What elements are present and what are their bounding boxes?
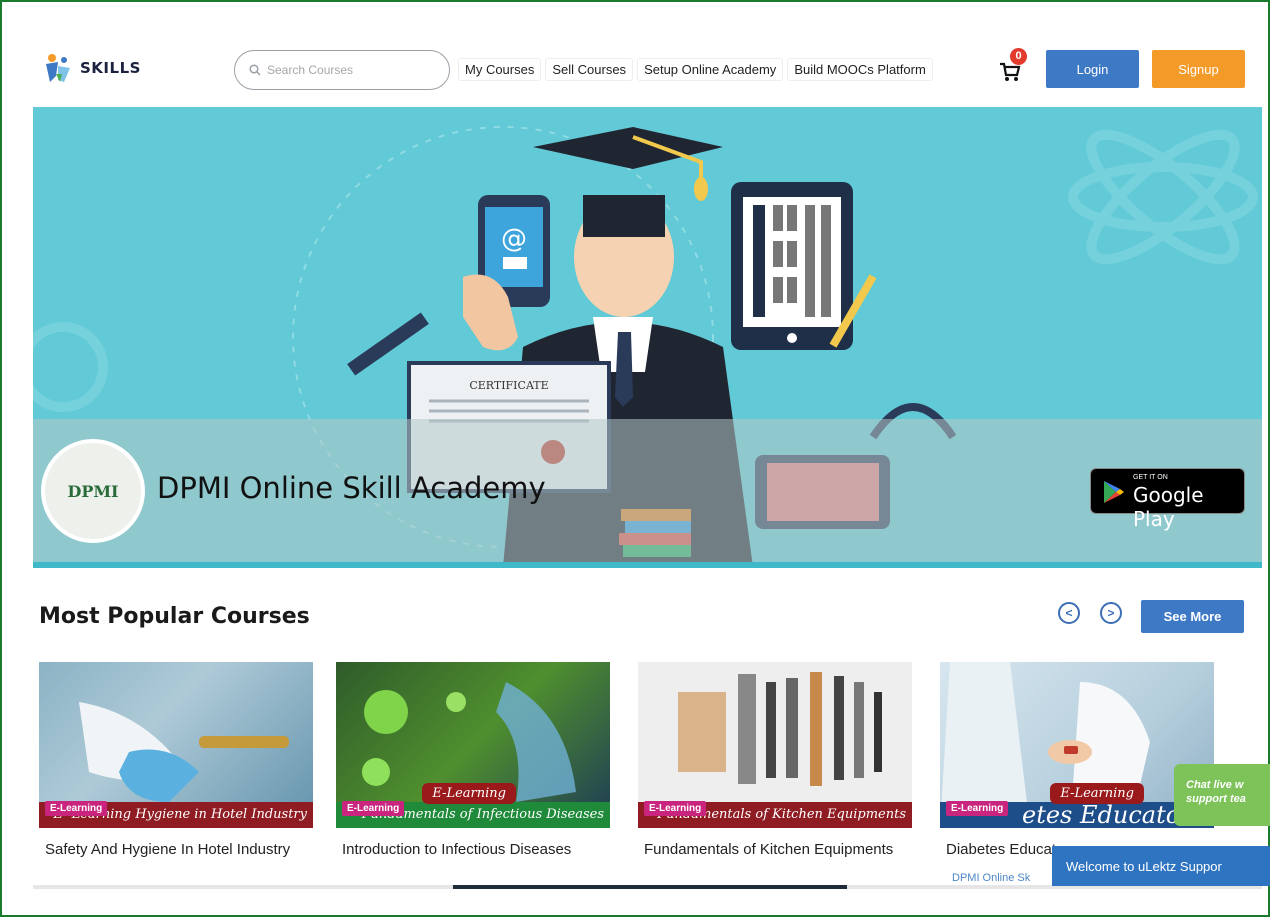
google-play-icon xyxy=(1104,481,1124,503)
hero-bottom-line xyxy=(33,562,1262,568)
chat-bar[interactable]: Welcome to uLektz Suppor xyxy=(1052,846,1270,886)
course-card[interactable]: E- Learning Hygiene in Hotel Industry E-… xyxy=(39,662,313,888)
course-type-badge: E-Learning xyxy=(946,801,1009,816)
nav-sell-courses[interactable]: Sell Courses xyxy=(545,58,634,81)
academy-logo[interactable]: DPMI xyxy=(41,439,145,543)
logo-text: SKILLS xyxy=(80,59,141,77)
hero-banner: @ CERTIFICATE DPMI DPMI Online Skill Aca… xyxy=(33,107,1262,568)
header: SKILLS My Courses Sell Courses Setup Onl… xyxy=(0,0,1270,100)
course-thumbnail[interactable]: Fundamentals of Kitchen Equipments E-Lea… xyxy=(638,662,912,828)
course-thumbnail[interactable]: E- Learning Hygiene in Hotel Industry E-… xyxy=(39,662,313,828)
course-card[interactable]: Fundamentals of Kitchen Equipments E-Lea… xyxy=(638,662,912,888)
course-elearning-tag: E-Learning xyxy=(1050,783,1144,804)
carousel-prev-button[interactable]: < xyxy=(1058,602,1080,624)
carousel-next-button[interactable]: > xyxy=(1100,602,1122,624)
section-title: Most Popular Courses xyxy=(39,604,310,629)
academy-logo-text: DPMI xyxy=(67,481,119,501)
course-thumbnail[interactable]: Fundamentals of Infectious Diseases E-Le… xyxy=(336,662,610,828)
chevron-right-icon: > xyxy=(1107,606,1115,620)
course-type-badge: E-Learning xyxy=(342,801,405,816)
course-title[interactable]: Fundamentals of Kitchen Equipments xyxy=(644,839,906,861)
svg-text:@: @ xyxy=(501,224,527,254)
course-thumbnail[interactable]: etes Educato E-Learning E-Learning xyxy=(940,662,1214,828)
academy-name: DPMI Online Skill Academy xyxy=(157,471,546,505)
site-logo[interactable]: SKILLS xyxy=(44,52,141,84)
course-type-badge: E-Learning xyxy=(45,801,108,816)
course-type-badge: E-Learning xyxy=(644,801,707,816)
course-provider[interactable]: DPMI Online Sk xyxy=(952,872,1030,884)
course-card[interactable]: Fundamentals of Infectious Diseases E-Le… xyxy=(336,662,610,888)
cart-count-badge: 0 xyxy=(1010,48,1027,65)
carousel-scrollbar-thumb[interactable] xyxy=(453,885,847,889)
cart-button[interactable]: 0 xyxy=(998,48,1030,84)
nav-my-courses[interactable]: My Courses xyxy=(458,58,542,81)
course-elearning-tag: E-Learning xyxy=(422,783,516,804)
course-title[interactable]: Safety And Hygiene In Hotel Industry xyxy=(45,839,307,861)
logo-icon xyxy=(46,54,70,82)
svg-text:CERTIFICATE: CERTIFICATE xyxy=(469,379,548,392)
course-title[interactable]: Introduction to Infectious Diseases xyxy=(342,839,604,861)
chevron-left-icon: < xyxy=(1065,606,1073,620)
top-nav: My Courses Sell Courses Setup Online Aca… xyxy=(458,58,937,81)
google-play-small-text: GET IT ON xyxy=(1133,474,1168,481)
nav-setup-online-academy[interactable]: Setup Online Academy xyxy=(637,58,784,81)
chat-bubble-line-1: Chat live w xyxy=(1186,779,1244,791)
see-more-button[interactable]: See More xyxy=(1141,600,1244,633)
search-box[interactable] xyxy=(234,50,450,90)
google-play-badge[interactable]: GET IT ON Google Play xyxy=(1090,468,1245,531)
nav-build-moocs-platform[interactable]: Build MOOCs Platform xyxy=(787,58,933,81)
search-input[interactable] xyxy=(267,63,427,77)
search-icon xyxy=(249,64,261,76)
chat-bubble[interactable]: Chat live w support tea xyxy=(1174,764,1270,826)
google-play-label: Google Play xyxy=(1133,483,1204,531)
signup-button[interactable]: Signup xyxy=(1152,50,1245,88)
chat-bubble-line-2: support tea xyxy=(1186,793,1246,805)
login-button[interactable]: Login xyxy=(1046,50,1139,88)
